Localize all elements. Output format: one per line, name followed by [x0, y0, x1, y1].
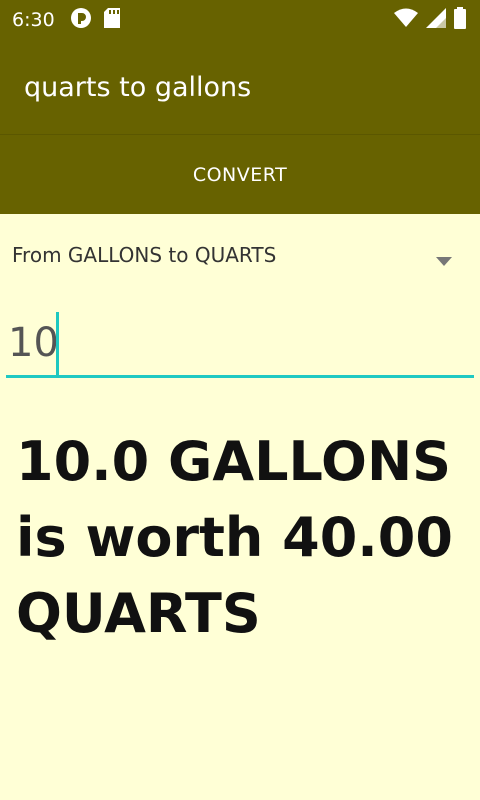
assistant-icon [70, 7, 92, 33]
text-cursor [56, 312, 59, 378]
dropdown-selected-value: From GALLONS to QUARTS [12, 243, 277, 267]
sd-card-icon [104, 8, 120, 32]
app-screen: 6:30 quarts to gallons CONVERT From GALL… [0, 0, 480, 800]
quantity-input[interactable] [6, 310, 474, 378]
status-left-icons [70, 7, 120, 33]
cell-signal-icon [426, 8, 446, 32]
status-bar: 6:30 [0, 0, 480, 40]
wifi-icon [394, 8, 418, 32]
result-text: 10.0 GALLONS is worth 40.00 QUARTS [16, 430, 453, 645]
page-title: quarts to gallons [24, 72, 252, 103]
status-right-icons [394, 7, 466, 33]
convert-button[interactable]: CONVERT [0, 135, 480, 215]
app-bar: quarts to gallons [0, 40, 480, 134]
status-time: 6:30 [12, 9, 55, 31]
dropdown-arrow-icon [436, 251, 452, 270]
battery-icon [454, 7, 466, 33]
conversion-direction-dropdown[interactable]: From GALLONS to QUARTS [0, 222, 480, 288]
quantity-input-wrap [6, 304, 474, 386]
convert-bar: CONVERT [0, 134, 480, 214]
